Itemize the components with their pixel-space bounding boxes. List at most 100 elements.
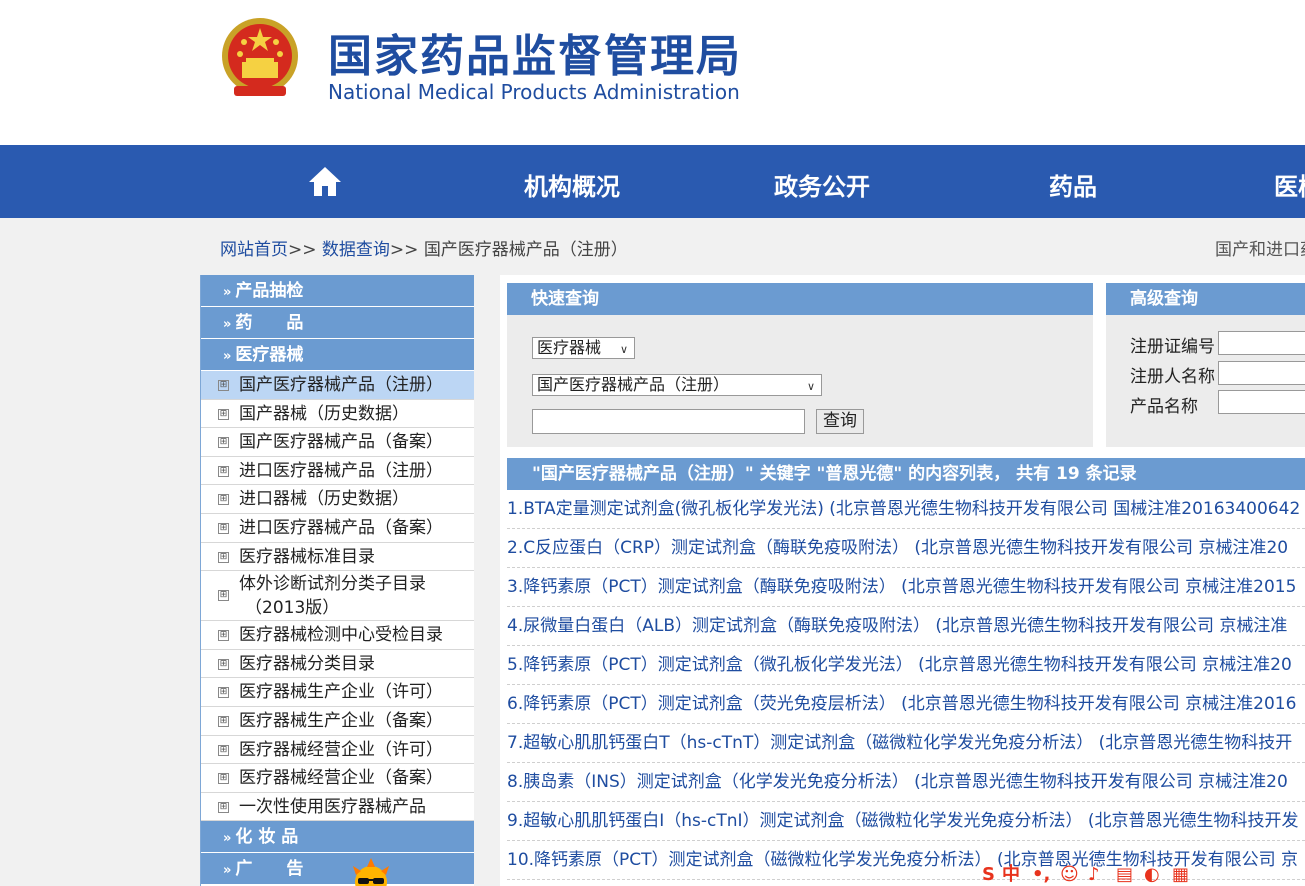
- expand-box-icon: ⊞: [218, 437, 229, 449]
- site-header: 国家药品监督管理局 National Medical Products Admi…: [0, 0, 1305, 145]
- result-item[interactable]: 1.BTA定量测定试剂盒(微孔板化学发光法) (北京普恩光德生物科技开发有限公司…: [507, 490, 1305, 529]
- expand-box-icon: ⊞: [218, 773, 229, 785]
- punctuation-icon[interactable]: •,: [1032, 864, 1050, 886]
- sidebar-item-label: 进口医疗器械产品（注册）: [239, 460, 443, 481]
- breadcrumb-right-text[interactable]: 国产和进口药: [1215, 235, 1305, 260]
- expand-box-icon: ⊞: [218, 380, 229, 391]
- breadcrumb-query-link[interactable]: 数据查询: [322, 240, 390, 260]
- result-item[interactable]: 4.尿微量白蛋白（ALB）测定试剂盒（酶联免疫吸附法） (北京普恩光德生物科技开…: [507, 607, 1305, 646]
- sidebar-item-label-line2: （2013版）: [245, 598, 340, 619]
- registrant-name-input[interactable]: [1218, 361, 1305, 385]
- result-item[interactable]: 6.降钙素原（PCT）测定试剂盒（荧光免疫层析法） (北京普恩光德生物科技开发有…: [507, 685, 1305, 724]
- sidebar-item-label: 医疗器械经营企业（备案）: [239, 768, 443, 789]
- registrant-name-label: 注册人名称: [1130, 367, 1215, 387]
- sidebar-item-import-registration[interactable]: ⊞ 进口医疗器械产品（注册）: [201, 457, 474, 486]
- expand-box-icon: ⊞: [218, 658, 229, 670]
- sidebar-item-label: 进口器械（历史数据）: [239, 489, 409, 510]
- quick-search-panel: 医疗器械 ∨ 国产医疗器械产品（注册） ∨ 查询: [507, 315, 1093, 447]
- sidebar-section-label: 化 妆 品: [235, 827, 299, 848]
- expand-box-icon: ⊞: [218, 590, 229, 602]
- chevron-down-icon: ∨: [619, 343, 628, 356]
- raquo-icon: »: [223, 863, 232, 879]
- sidebar-item-label: 医疗器械检测中心受检目录: [239, 625, 443, 646]
- breadcrumb-current: 国产医疗器械产品（注册）: [423, 240, 628, 260]
- sidebar-item-label: 国产医疗器械产品（备案）: [239, 432, 443, 453]
- sidebar-section-medical-devices[interactable]: » 医疗器械: [201, 339, 474, 371]
- expand-box-icon: ⊞: [218, 494, 229, 506]
- nav-item-institution[interactable]: 机构概况: [524, 167, 620, 202]
- expand-box-icon: ⊞: [218, 522, 229, 534]
- category-select-value: 医疗器械: [537, 338, 602, 357]
- nav-item-devices[interactable]: 医械: [1274, 167, 1305, 202]
- sidebar-item-testing-center[interactable]: ⊞ 医疗器械检测中心受检目录: [201, 621, 474, 650]
- ime-logo[interactable]: S: [982, 864, 995, 886]
- breadcrumb-separator: >>: [288, 240, 317, 260]
- expand-box-icon: ⊞: [218, 408, 229, 420]
- main-nav: 机构概况 政务公开 药品 医械: [0, 145, 1305, 218]
- quick-search-title: 快速查询: [507, 283, 1093, 315]
- sidebar-item-label: 医疗器械经营企业（许可）: [239, 739, 443, 760]
- keyword-input[interactable]: [532, 409, 805, 434]
- site-title-en: National Medical Products Administration: [328, 80, 740, 104]
- skin-icon[interactable]: ◐: [1144, 864, 1160, 886]
- sidebar-item-label: 医疗器械生产企业（许可）: [239, 682, 443, 703]
- raquo-icon: »: [223, 285, 232, 300]
- sidebar-item-import-history[interactable]: ⊞ 进口器械（历史数据）: [201, 485, 474, 514]
- toolbox-icon[interactable]: ▦: [1172, 864, 1189, 886]
- sidebar-item-domestic-registration[interactable]: ⊞ 国产医疗器械产品（注册）: [201, 371, 474, 400]
- sidebar-item-classification[interactable]: ⊞ 医疗器械分类目录: [201, 650, 474, 679]
- ime-mode-toggle[interactable]: 中: [1002, 864, 1020, 886]
- national-emblem-icon[interactable]: [218, 14, 302, 102]
- sidebar-section-cosmetics[interactable]: » 化 妆 品: [201, 821, 474, 854]
- sidebar-item-manufacturer-license[interactable]: ⊞ 医疗器械生产企业（许可）: [201, 678, 474, 707]
- registration-number-input[interactable]: [1218, 331, 1305, 355]
- result-item[interactable]: 2.C反应蛋白（CRP）测定试剂盒（酶联免疫吸附法） (北京普恩光德生物科技开发…: [507, 529, 1305, 568]
- nav-item-drugs[interactable]: 药品: [1049, 167, 1097, 202]
- main-content: 快速查询 医疗器械 ∨ 国产医疗器械产品（注册） ∨ 查询 高级查询 注册证编号 注…: [500, 275, 1305, 886]
- sidebar-item-domestic-filing[interactable]: ⊞ 国产医疗器械产品（备案）: [201, 428, 474, 457]
- result-item[interactable]: 5.降钙素原（PCT）测定试剂盒（微孔板化学发光法） (北京普恩光德生物科技开发…: [507, 646, 1305, 685]
- sidebar-item-standard-catalog[interactable]: ⊞ 医疗器械标准目录: [201, 543, 474, 572]
- sidebar-item-distributor-license[interactable]: ⊞ 医疗器械经营企业（许可）: [201, 736, 474, 765]
- sidebar-section-label: 药 品: [235, 313, 304, 333]
- sidebar-section-drugs[interactable]: » 药 品: [201, 307, 474, 339]
- keyboard-icon[interactable]: ▤: [1116, 864, 1133, 886]
- database-select[interactable]: 国产医疗器械产品（注册） ∨: [532, 374, 822, 396]
- sidebar-item-disposable-devices[interactable]: ⊞ 一次性使用医疗器械产品: [201, 793, 474, 822]
- sidebar-section-advertising[interactable]: » 广 告: [201, 853, 474, 886]
- expand-box-icon: ⊞: [218, 465, 229, 477]
- expand-box-icon: ⊞: [218, 551, 229, 563]
- sidebar-item-domestic-history[interactable]: ⊞ 国产器械（历史数据）: [201, 400, 474, 429]
- home-icon[interactable]: [308, 165, 342, 197]
- breadcrumb: 网站首页>> 数据查询>> 国产医疗器械产品（注册）: [220, 235, 628, 260]
- sidebar-item-ivd-catalog[interactable]: ⊞ 体外诊断试剂分类子目录 （2013版）: [201, 571, 474, 622]
- sidebar-section-product-sampling[interactable]: » 产品抽检: [201, 275, 474, 307]
- breadcrumb-home-link[interactable]: 网站首页: [220, 240, 288, 260]
- voice-icon[interactable]: ♪: [1088, 864, 1100, 886]
- result-item[interactable]: 3.降钙素原（PCT）测定试剂盒（酶联免疫吸附法） (北京普恩光德生物科技开发有…: [507, 568, 1305, 607]
- expand-box-icon: ⊞: [218, 687, 229, 699]
- sidebar-item-label: 医疗器械生产企业（备案）: [239, 710, 443, 731]
- results-header: "国产医疗器械产品（注册）" 关键字 "普恩光德" 的内容列表， 共有 19 条…: [507, 458, 1305, 490]
- expand-box-icon: ⊞: [218, 801, 229, 813]
- advanced-search-title: 高级查询: [1106, 283, 1305, 315]
- result-item[interactable]: 8.胰岛素（INS）测定试剂盒（化学发光免疫分析法） (北京普恩光德生物科技开发…: [507, 763, 1305, 802]
- nav-item-government-affairs[interactable]: 政务公开: [774, 167, 870, 202]
- sidebar-section-label: 广 告: [235, 859, 304, 880]
- sidebar-item-distributor-filing[interactable]: ⊞ 医疗器械经营企业（备案）: [201, 764, 474, 793]
- query-button[interactable]: 查询: [816, 409, 864, 434]
- sidebar-item-label: 医疗器械分类目录: [239, 653, 375, 674]
- product-name-input[interactable]: [1218, 390, 1305, 414]
- ime-toolbar[interactable]: S 中 •, ☺ ♪ ▤ ◐ ▦: [980, 864, 1305, 886]
- result-item[interactable]: 7.超敏心肌肌钙蛋白T（hs-cTnT）测定试剂盒（磁微粒化学发光免疫分析法） …: [507, 724, 1305, 763]
- breadcrumb-separator: >>: [389, 240, 419, 260]
- sidebar-item-label: 体外诊断试剂分类子目录: [239, 574, 426, 595]
- sidebar-item-manufacturer-filing[interactable]: ⊞ 医疗器械生产企业（备案）: [201, 707, 474, 736]
- product-name-label: 产品名称: [1130, 397, 1198, 417]
- result-item[interactable]: 9.超敏心肌肌钙蛋白I（hs-cTnI）测定试剂盒（磁微粒化学发光免疫分析法） …: [507, 802, 1305, 841]
- chevron-down-icon: ∨: [806, 380, 815, 393]
- emoji-icon[interactable]: ☺: [1060, 864, 1079, 886]
- category-select[interactable]: 医疗器械 ∨: [532, 337, 635, 359]
- sidebar: » 产品抽检 » 药 品 » 医疗器械 ⊞ 国产医疗器械产品（注册） ⊞ 国产器械（历史数…: [200, 275, 474, 886]
- sidebar-item-import-filing[interactable]: ⊞ 进口医疗器械产品（备案）: [201, 514, 474, 543]
